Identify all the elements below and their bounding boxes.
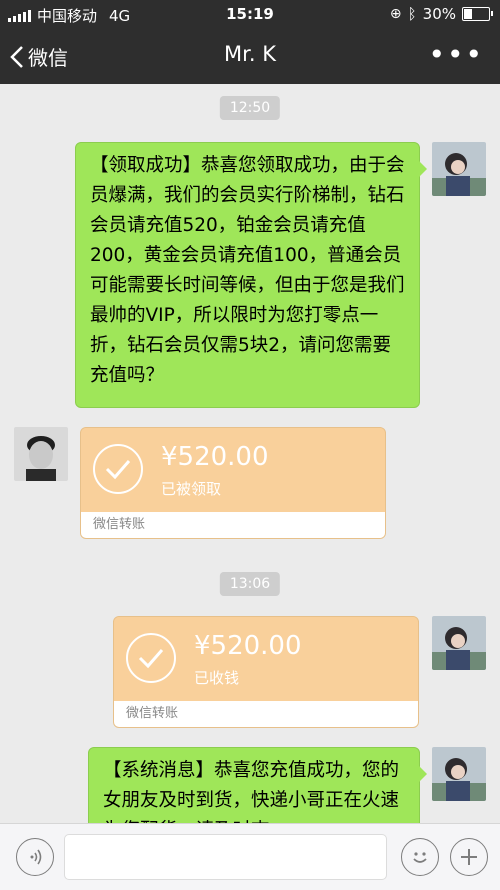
nav-bar: 微信 Mr. K ••• [0, 28, 500, 84]
plus-icon [461, 849, 477, 865]
battery-icon [462, 7, 493, 21]
avatar-image [432, 747, 486, 801]
rotation-lock-icon: ⊕ [389, 6, 402, 22]
avatar-image [432, 142, 486, 196]
message-input[interactable] [64, 834, 387, 880]
voice-button[interactable] [16, 838, 54, 876]
status-right: ⊕ ᛒ 30% [389, 5, 493, 23]
timestamp: 13:06 [219, 572, 281, 596]
message-text: 【领取成功】恭喜您领取成功，由于会员爆满，我们的会员实行阶梯制，钻石会员请充值5… [90, 155, 405, 386]
avatar-self[interactable] [432, 747, 486, 801]
battery-percent: 30% [422, 5, 456, 23]
status-bar: 中国移动 4G 15:19 ⊕ ᛒ 30% [0, 0, 500, 28]
message-bubble[interactable]: 【系统消息】恭喜您充值成功，您的女朋友及时到货，快递小哥正在火速为您配货，请及时… [88, 747, 427, 823]
avatar-self[interactable] [432, 616, 486, 670]
chat-title: Mr. K [224, 42, 276, 66]
timestamp: 12:50 [219, 96, 281, 120]
avatar-image [432, 616, 486, 670]
message-bubble[interactable]: 【领取成功】恭喜您领取成功，由于会员爆满，我们的会员实行阶梯制，钻石会员请充值5… [75, 142, 427, 408]
transfer-footer: 微信转账 [81, 512, 385, 538]
transfer-card[interactable]: ¥520.00 已被领取 微信转账 [80, 427, 386, 539]
transfer-amount: ¥520.00 [194, 631, 302, 661]
avatar-self[interactable] [432, 142, 486, 196]
more-functions-button[interactable] [450, 838, 488, 876]
message-text: 【系统消息】恭喜您充值成功，您的女朋友及时到货，快递小哥正在火速为您配货，请及时… [103, 760, 400, 823]
check-circle-icon [126, 633, 176, 683]
input-bar [0, 823, 500, 890]
emoji-button[interactable] [401, 838, 439, 876]
chat-area[interactable]: 12:50 【领取成功】恭喜您领取成功，由于会员爆满，我们的会员实行阶梯制，钻石… [0, 84, 500, 823]
transfer-status: 已被领取 [161, 480, 222, 498]
more-button[interactable]: ••• [428, 38, 484, 71]
transfer-status: 已收钱 [194, 669, 240, 687]
transfer-footer: 微信转账 [114, 701, 418, 727]
bluetooth-icon: ᛒ [407, 5, 417, 23]
smiley-icon [413, 852, 427, 863]
avatar-image [14, 427, 68, 481]
transfer-amount: ¥520.00 [161, 442, 269, 472]
transfer-card[interactable]: ¥520.00 已收钱 微信转账 [113, 616, 419, 728]
check-circle-icon [93, 444, 143, 494]
avatar-contact[interactable] [14, 427, 68, 481]
voice-icon [30, 849, 42, 865]
